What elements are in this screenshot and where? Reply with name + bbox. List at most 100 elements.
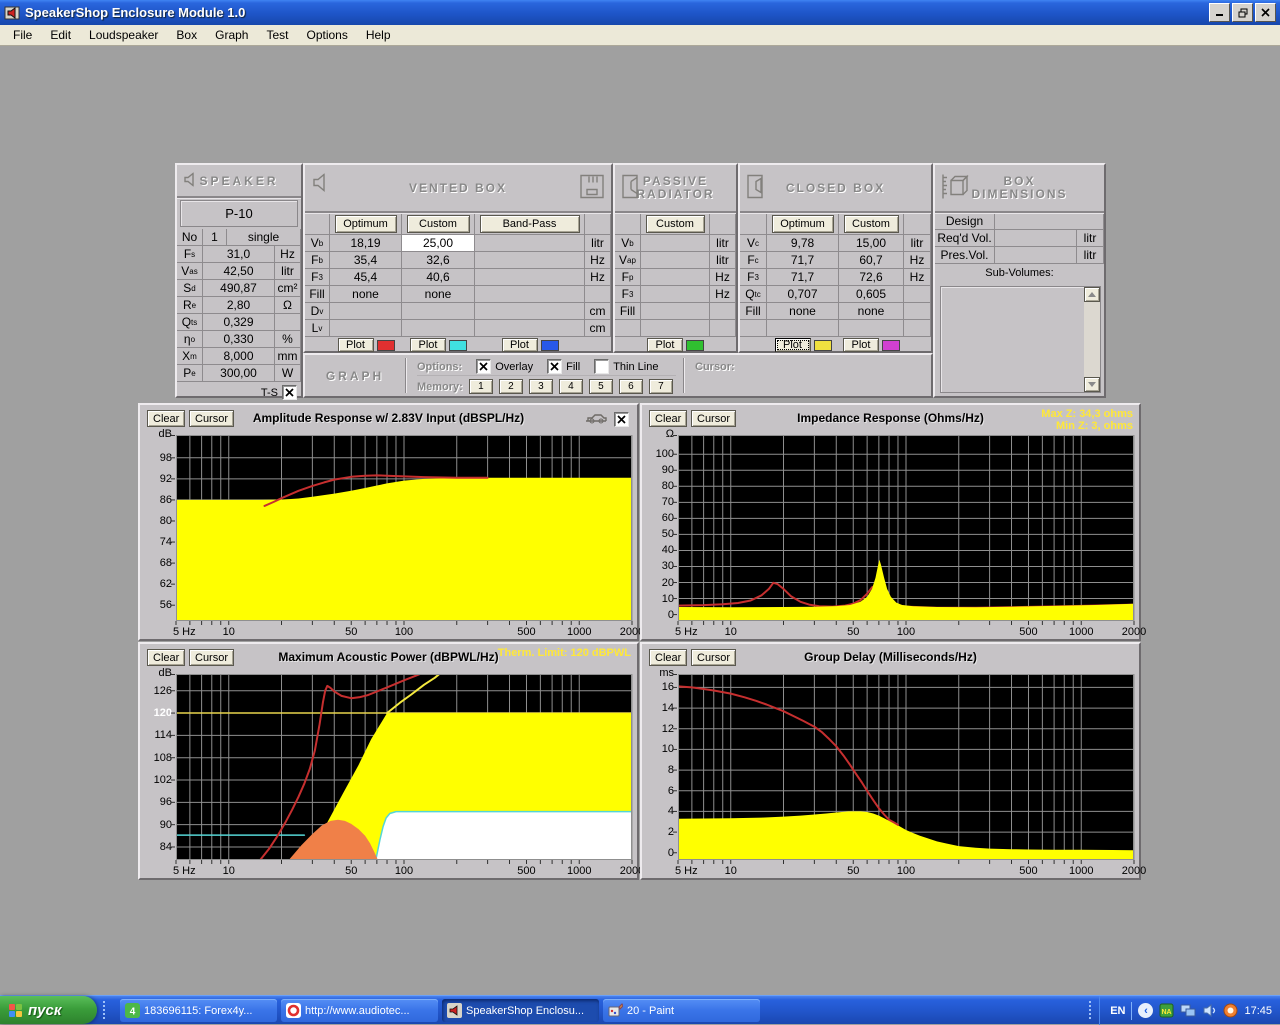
param-custom[interactable] [402, 303, 475, 320]
clear-button[interactable]: Clear [147, 649, 185, 666]
param-custom[interactable]: none [402, 286, 475, 303]
vented-box-panel-custom-button[interactable]: Custom [407, 215, 470, 233]
param-custom[interactable] [641, 286, 710, 303]
cursor-button[interactable]: Cursor [691, 410, 736, 427]
memory-button-5[interactable]: 5 [589, 379, 613, 394]
param-custom[interactable]: 60,7 [839, 252, 904, 269]
clear-button[interactable]: Clear [649, 410, 687, 427]
param-custom[interactable] [641, 235, 710, 252]
opera-tray-icon[interactable] [1223, 1003, 1238, 1018]
option-checkbox-thin-line[interactable] [594, 359, 609, 374]
memory-button-7[interactable]: 7 [649, 379, 673, 394]
vented-box-panel: VENTED BOXOptimumCustomBand-PassVb18,192… [303, 163, 613, 353]
graph-display-checkbox[interactable] [614, 412, 629, 427]
plot-color-swatch [882, 340, 900, 351]
plot-impedance[interactable] [678, 435, 1134, 621]
menu-test[interactable]: Test [257, 26, 297, 44]
memory-button-1[interactable]: 1 [469, 379, 493, 394]
closed-box-panel-title: CLOSED BOX [786, 182, 885, 195]
plot-button-custom[interactable]: Plot [843, 338, 879, 352]
menu-file[interactable]: File [4, 26, 41, 44]
param-unit: litr [710, 235, 736, 252]
scroll-up-button[interactable] [1084, 287, 1100, 302]
param-custom[interactable] [641, 303, 710, 320]
passive-radiator-panel-custom-button[interactable]: Custom [646, 215, 705, 233]
closed-box-panel-optimum-button[interactable]: Optimum [772, 215, 834, 233]
speaker-name[interactable]: P-10 [180, 200, 298, 227]
param-custom[interactable]: 15,00 [839, 235, 904, 252]
restore-button[interactable] [1232, 3, 1253, 22]
scrollbar[interactable] [1084, 287, 1100, 392]
table-row: Qts0,329 [177, 314, 301, 331]
title-bar[interactable]: SpeakerShop Enclosure Module 1.0 [0, 0, 1280, 25]
memory-button-4[interactable]: 4 [559, 379, 583, 394]
menu-box[interactable]: Box [167, 26, 206, 44]
column-button-row: Optimum Custom Band-Pass [305, 213, 611, 235]
plot-power[interactable] [176, 674, 632, 860]
menu-help[interactable]: Help [357, 26, 400, 44]
plot-delay[interactable] [678, 674, 1134, 860]
memory-button-6[interactable]: 6 [619, 379, 643, 394]
start-button[interactable]: пуск [0, 996, 97, 1024]
task-button-3[interactable]: SpeakerShop Enclosu... [442, 999, 599, 1022]
task-button-2[interactable]: http://www.audiotec... [281, 999, 438, 1022]
param-custom[interactable] [402, 320, 475, 337]
param-label: Req'd Vol. [935, 230, 995, 247]
plot-button-custom[interactable]: Plot [410, 338, 446, 352]
plot-amplitude[interactable] [176, 435, 632, 621]
cursor-button[interactable]: Cursor [189, 410, 234, 427]
plot-button-optimum[interactable]: Plot [775, 338, 811, 352]
table-row: Fillnonenone [740, 303, 931, 320]
param-custom[interactable]: none [839, 303, 904, 320]
cursor-button[interactable]: Cursor [691, 649, 736, 666]
param-custom[interactable] [641, 269, 710, 286]
ts-checkbox[interactable] [282, 385, 297, 400]
param-unit: Hz [275, 246, 301, 263]
menu-loudspeaker[interactable]: Loudspeaker [80, 26, 167, 44]
network-icon[interactable] [1180, 1003, 1196, 1018]
param-unit: Hz [710, 286, 736, 303]
menu-options[interactable]: Options [297, 26, 356, 44]
param-custom[interactable] [641, 252, 710, 269]
na-agent-icon[interactable]: NA [1159, 1003, 1174, 1018]
param-custom[interactable]: 25,00 [402, 235, 475, 252]
graph-panel-delay: ClearCursorGroup Delay (Milliseconds/Hz)… [640, 642, 1141, 880]
hide-icons-chevron[interactable]: ‹ [1138, 1003, 1153, 1018]
y-tick-label: 98 [142, 452, 172, 464]
memory-button-2[interactable]: 2 [499, 379, 523, 394]
menu-graph[interactable]: Graph [206, 26, 257, 44]
quick-launch-grip[interactable] [103, 1001, 108, 1019]
close-button[interactable] [1255, 3, 1276, 22]
volume-icon[interactable] [1202, 1003, 1217, 1018]
task-button-4[interactable]: 20 - Paint [603, 999, 760, 1022]
subvolumes-list[interactable] [940, 286, 1101, 393]
closed-box-panel-custom-button[interactable]: Custom [844, 215, 899, 233]
clear-button[interactable]: Clear [147, 410, 185, 427]
minimize-button[interactable] [1209, 3, 1230, 22]
vented-box-panel-bandpass-button[interactable]: Band-Pass [480, 215, 580, 233]
param-custom[interactable]: 32,6 [402, 252, 475, 269]
param-mode[interactable]: single [227, 229, 301, 246]
menu-edit[interactable]: Edit [41, 26, 80, 44]
memory-button-3[interactable]: 3 [529, 379, 553, 394]
cursor-button[interactable]: Cursor [189, 649, 234, 666]
x-tick-label: 5 Hz [675, 865, 715, 877]
x-tick-label: 2000 [1114, 865, 1154, 877]
scroll-down-button[interactable] [1084, 377, 1100, 392]
param-custom[interactable]: 0,605 [839, 286, 904, 303]
design-label[interactable]: Design [935, 213, 995, 230]
plot-button-bandpass[interactable]: Plot [502, 338, 538, 352]
plot-button-custom[interactable]: Plot [647, 338, 683, 352]
param-custom[interactable]: 40,6 [402, 269, 475, 286]
param-value[interactable]: 1 [203, 229, 227, 246]
param-custom[interactable]: 72,6 [839, 269, 904, 286]
x-tick-label: 50 [331, 865, 371, 877]
option-checkbox-fill[interactable] [547, 359, 562, 374]
plot-button-optimum[interactable]: Plot [338, 338, 374, 352]
vented-box-panel-optimum-button[interactable]: Optimum [335, 215, 397, 233]
language-indicator[interactable]: EN [1110, 1005, 1125, 1017]
x-tick-label: 1000 [559, 865, 599, 877]
option-checkbox-overlay[interactable] [476, 359, 491, 374]
clear-button[interactable]: Clear [649, 649, 687, 666]
task-button-1[interactable]: 4183696115: Forex4y... [120, 999, 277, 1022]
